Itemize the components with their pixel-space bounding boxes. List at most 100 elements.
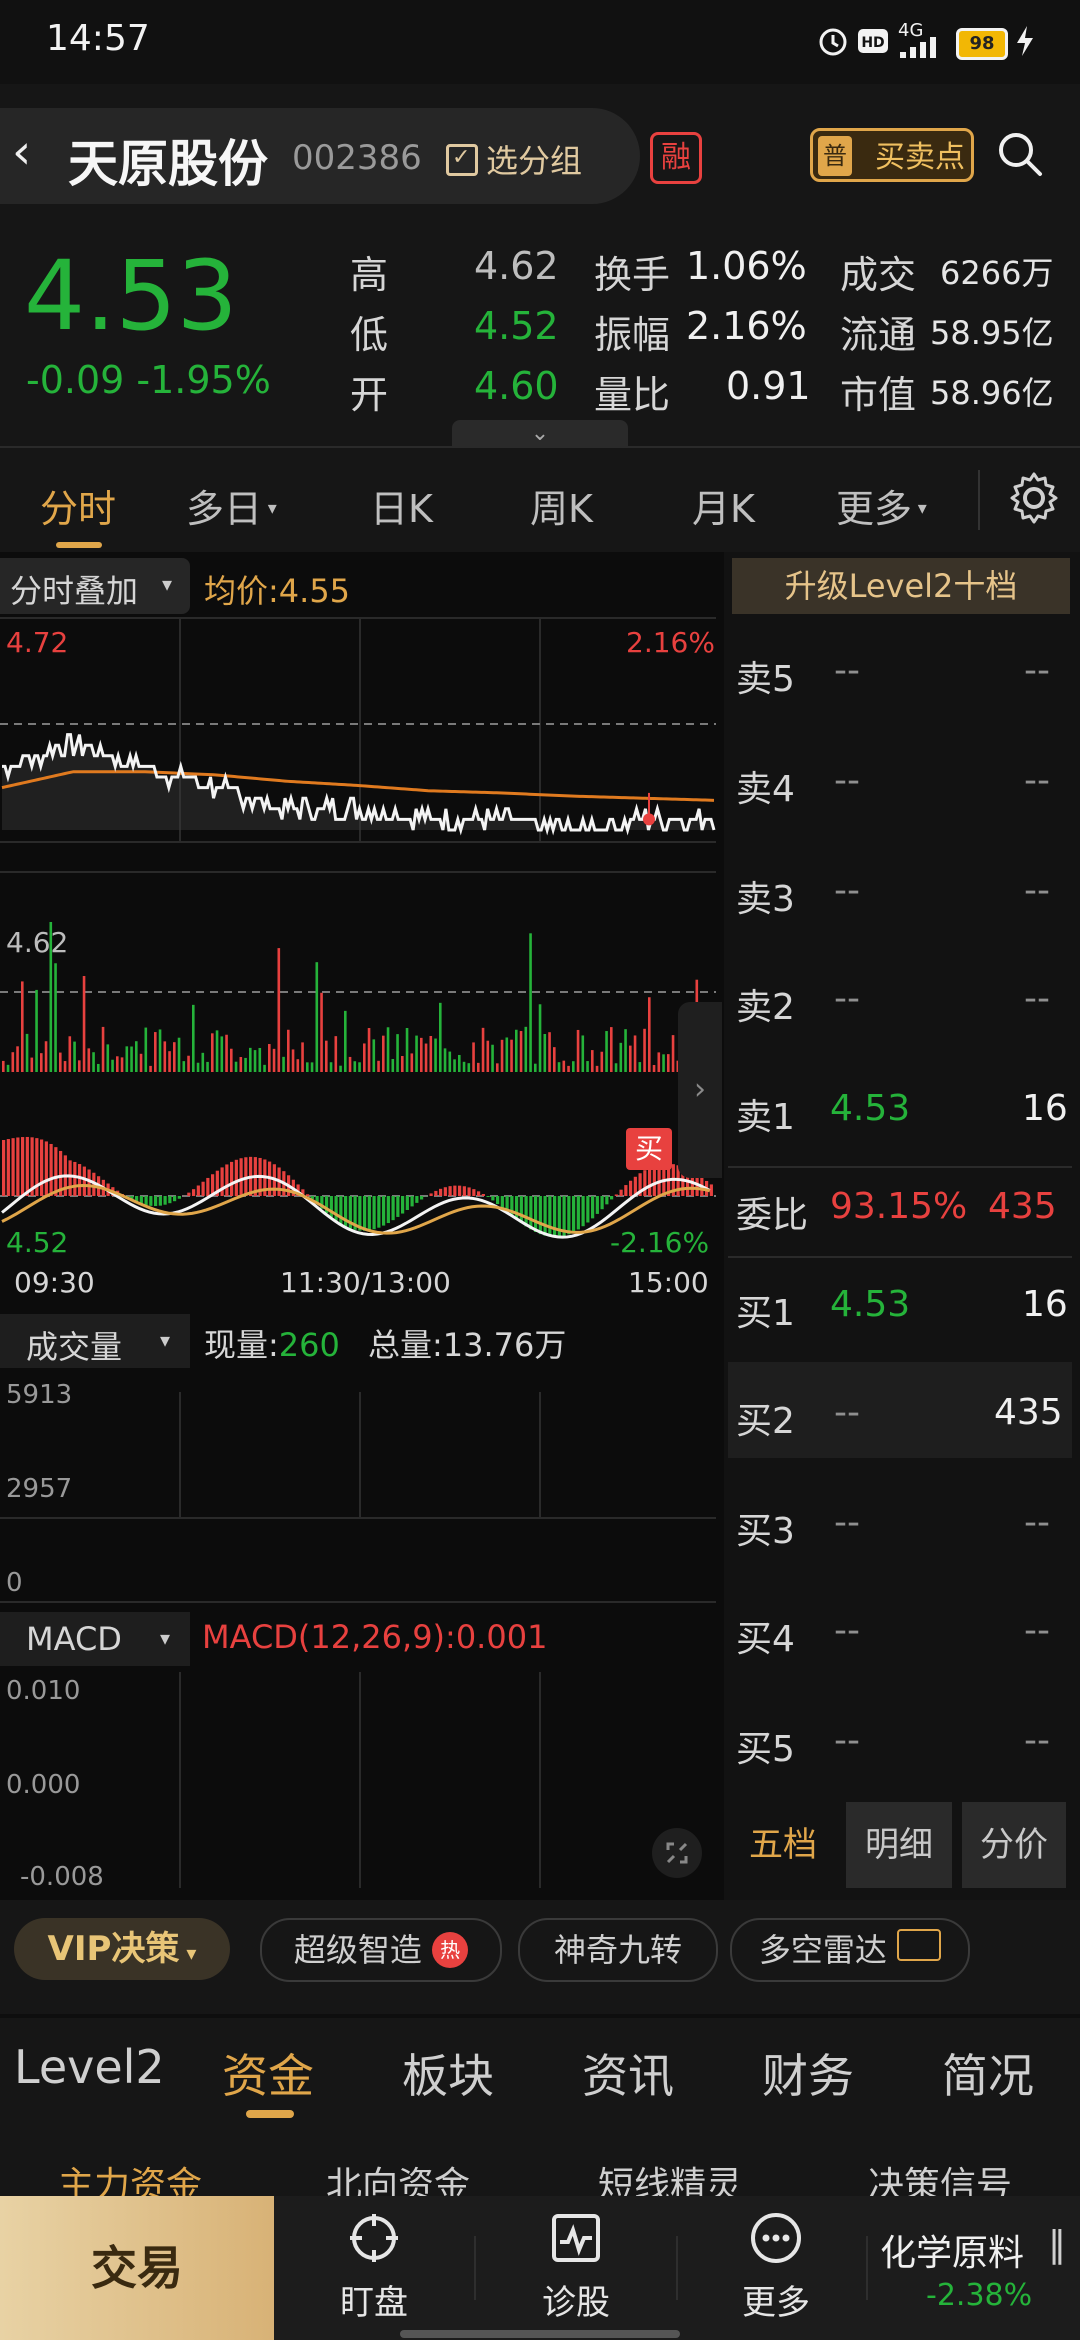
volume-bars <box>0 922 716 1072</box>
macd-bar <box>177 1196 181 1199</box>
hot-badge: 热 <box>432 1932 469 1968</box>
volume-bar <box>35 989 38 1072</box>
volume-bar <box>215 1030 219 1072</box>
margin-badge[interactable]: 融 <box>650 132 702 184</box>
macd-bar <box>40 1139 44 1196</box>
tab-details[interactable]: 明细 <box>846 1802 952 1888</box>
dropdown-icon: ▾ <box>160 1328 171 1352</box>
charging-icon <box>1014 24 1036 58</box>
status-time: 14:57 <box>46 18 150 59</box>
low-label: 低 <box>350 313 389 357</box>
tab-multiday-label: 多日 <box>186 487 263 531</box>
chip-magic-nine[interactable]: 神奇九转 <box>518 1918 718 1982</box>
volume-bar <box>629 1045 632 1072</box>
float-label: 流通 <box>840 313 917 357</box>
macd-bar <box>410 1196 414 1207</box>
search-icon[interactable] <box>996 130 1044 178</box>
macd-bar <box>486 1196 490 1198</box>
expand-quote-button[interactable]: ⌄ <box>452 420 628 448</box>
nav-more[interactable]: 更多 <box>706 2210 846 2324</box>
macd-bar <box>405 1196 409 1210</box>
volume-bar <box>524 1026 528 1072</box>
macd-bar <box>196 1185 200 1196</box>
overlay-button[interactable]: 分时叠加 ▾ <box>0 558 190 614</box>
axis-top-pct: 2.16% <box>626 626 715 659</box>
gear-icon[interactable] <box>1006 470 1062 526</box>
tab-funds[interactable]: 资金 <box>222 2040 314 2106</box>
tab-price-dist[interactable]: 分价 <box>962 1802 1066 1888</box>
fullscreen-icon[interactable] <box>652 1828 702 1878</box>
volume-bar <box>648 997 651 1072</box>
volume-bar <box>239 1057 243 1072</box>
sell3-volume: -- <box>1024 870 1050 911</box>
macd-bar <box>154 1196 158 1207</box>
sell4-label: 卖4 <box>736 769 795 810</box>
select-group-button[interactable]: ✓ 选分组 <box>446 136 582 182</box>
volume-bar <box>272 1048 276 1072</box>
tab-weekly-k[interactable]: 周K <box>530 478 593 533</box>
volume-bar <box>576 1029 580 1072</box>
tab-more[interactable]: 更多 ▾ <box>836 478 927 533</box>
volume-selector[interactable]: 成交量 ▾ <box>0 1314 190 1368</box>
mktcap-label: 市值 <box>840 373 917 417</box>
macd-bar <box>401 1196 405 1214</box>
axis-mid-price: 4.62 <box>6 926 69 959</box>
tab-intraday[interactable]: 分时 <box>40 478 116 533</box>
macd-bar <box>453 1185 457 1196</box>
buy1-volume: 16 <box>1022 1284 1068 1325</box>
macd-bar <box>168 1196 172 1204</box>
macd-bar <box>576 1196 580 1230</box>
volume-label: 成交量 <box>26 1328 123 1366</box>
sell4-volume: -- <box>1024 760 1050 801</box>
volume-bar <box>182 1061 186 1072</box>
avg-price-label: 均价:4.55 <box>204 572 351 610</box>
buy-marker[interactable]: 买 <box>626 1128 672 1170</box>
trade-button[interactable]: 交易 <box>0 2196 274 2340</box>
tab-monthly-k[interactable]: 月K <box>692 478 755 533</box>
macd-selector[interactable]: MACD ▾ <box>0 1612 190 1666</box>
signal-icon <box>898 36 942 70</box>
upgrade-level2-button[interactable]: 升级Level2十档 <box>732 558 1070 614</box>
volume-bar <box>282 1056 285 1072</box>
tab-five-levels[interactable]: 五档 <box>728 1802 838 1888</box>
expand-orderbook-button[interactable]: › <box>678 1002 722 1178</box>
tab-news[interactable]: 资讯 <box>582 2040 674 2106</box>
tab-underline <box>246 2110 294 2118</box>
macd-bar <box>443 1187 447 1196</box>
tab-daily-k[interactable]: 日K <box>370 478 433 533</box>
volume-bar <box>491 1044 494 1072</box>
vip-decision-button[interactable]: VIP决策 ▾ <box>14 1918 230 1980</box>
chip-label: 多空雷达 <box>758 1931 887 1969</box>
chevron-down-icon: ⌄ <box>530 421 550 446</box>
volume-bar <box>481 1027 485 1072</box>
macd-bar <box>429 1193 433 1196</box>
macd-bar <box>491 1196 495 1201</box>
macd-bar <box>553 1196 557 1238</box>
chip-long-short-radar[interactable]: 多空雷达 <box>730 1918 970 1982</box>
tab-multiday[interactable]: 多日 ▾ <box>186 478 277 533</box>
volume-bar <box>30 1057 34 1072</box>
volume-bar <box>429 1035 433 1072</box>
volume-bar <box>467 1063 471 1072</box>
volume-bar <box>553 1047 556 1072</box>
nav-diagnose[interactable]: 诊股 <box>506 2210 646 2324</box>
tab-level2[interactable]: Level2 <box>14 2040 165 2094</box>
divider <box>866 2236 868 2300</box>
volume-bar <box>277 948 281 1072</box>
volume-bar <box>486 1040 490 1072</box>
volume-bar <box>619 1042 623 1072</box>
tab-finance[interactable]: 财务 <box>762 2040 854 2106</box>
macd-bar <box>206 1177 210 1196</box>
back-button[interactable]: ‹ <box>12 124 31 180</box>
sector-name[interactable]: 化学原料 <box>880 2224 1024 2276</box>
chip-super-manufacture[interactable]: 超级智造 热 <box>260 1918 502 1982</box>
volume-bar <box>496 1063 499 1072</box>
tab-profile[interactable]: 简况 <box>942 2040 1034 2106</box>
nav-watch[interactable]: 盯盘 <box>304 2210 444 2324</box>
axis-bottom-pct: -2.16% <box>610 1226 710 1259</box>
volume-bar <box>605 1031 608 1072</box>
volume-bar <box>652 1065 656 1072</box>
pause-icon[interactable]: ‖ <box>1048 2224 1066 2265</box>
tab-sectors[interactable]: 板块 <box>402 2040 494 2106</box>
volume-bar <box>358 1062 361 1072</box>
